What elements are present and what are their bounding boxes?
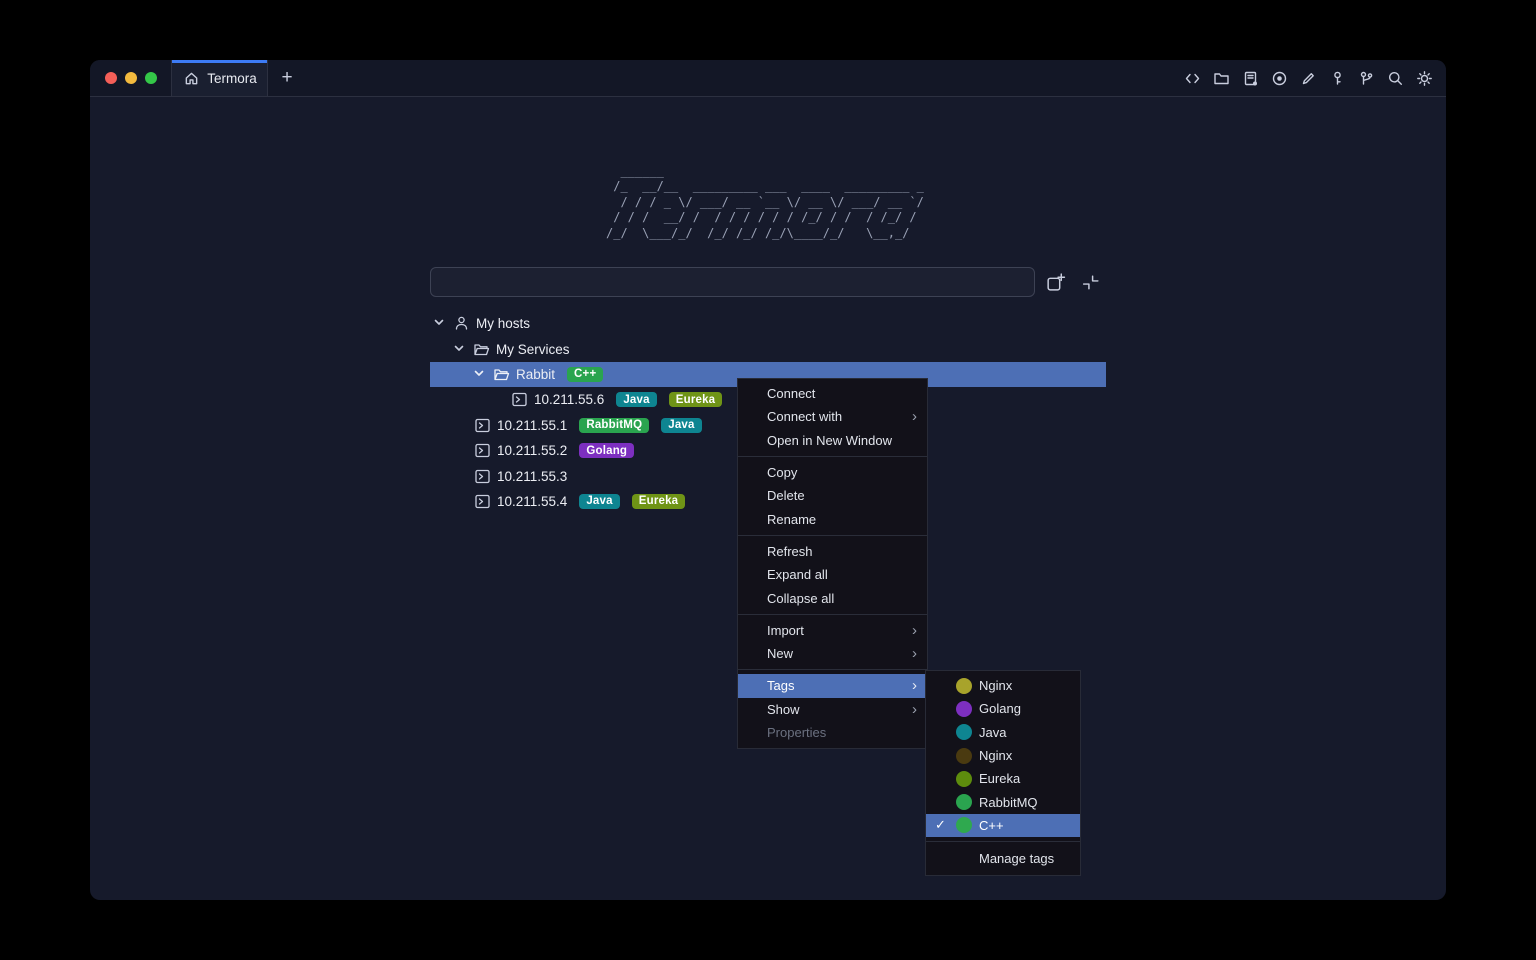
tab-bar: Termora + <box>90 60 1446 97</box>
terminal-icon <box>510 391 528 409</box>
chevron-down-icon[interactable] <box>472 366 486 383</box>
tag-badge: Java <box>661 418 701 433</box>
menu-item-open-in-new-window[interactable]: Open in New Window <box>738 429 927 452</box>
app-window: Termora + <box>90 60 1446 900</box>
terminal-icon <box>473 492 491 510</box>
terminal-icon <box>473 467 491 485</box>
tag-badge: Eureka <box>632 494 686 509</box>
tag-badge: Eureka <box>669 392 723 407</box>
menu-item-expand-all[interactable]: Expand all <box>738 563 927 586</box>
tag-badge: Java <box>616 392 656 407</box>
tag-badge: RabbitMQ <box>579 418 649 433</box>
tag-color-dot <box>956 701 972 717</box>
user-icon <box>452 315 470 333</box>
menu-item-show[interactable]: Show› <box>738 698 927 721</box>
chevron-right-icon: › <box>912 646 917 661</box>
tag-color-dot <box>956 794 972 810</box>
menu-item-connect[interactable]: Connect <box>738 382 927 405</box>
folder-open-icon <box>472 340 490 358</box>
menu-item-refresh[interactable]: Refresh <box>738 540 927 563</box>
tab-termora[interactable]: Termora <box>172 60 268 96</box>
edit-icon[interactable] <box>1299 69 1317 87</box>
minimize-window-button[interactable] <box>125 72 137 84</box>
settings-icon[interactable] <box>1415 69 1433 87</box>
menu-item-collapse-all[interactable]: Collapse all <box>738 586 927 609</box>
layout-icon[interactable] <box>1080 272 1101 293</box>
menu-separator <box>738 456 927 457</box>
submenu-item-tag[interactable]: RabbitMQ <box>926 790 1080 813</box>
menu-item-rename[interactable]: Rename <box>738 507 927 530</box>
log-icon[interactable] <box>1241 69 1259 87</box>
record-icon[interactable] <box>1270 69 1288 87</box>
ascii-banner: ______ /_ __/__ _________ ___ ____ _____… <box>606 164 924 241</box>
chevron-down-icon[interactable] <box>432 315 446 332</box>
folder-open-icon <box>492 365 510 383</box>
toolbar <box>1183 60 1446 96</box>
submenu-item-tag[interactable]: Nginx <box>926 744 1080 767</box>
terminal-icon <box>473 416 491 434</box>
window-controls <box>90 60 172 96</box>
menu-item-properties: Properties <box>738 721 927 744</box>
submenu-item-tag[interactable]: Nginx <box>926 674 1080 697</box>
tag-color-dot <box>956 817 972 833</box>
tag-badge: Golang <box>579 443 634 458</box>
tag-badge: C++ <box>567 367 603 382</box>
new-tab-button[interactable]: + <box>268 60 306 96</box>
host-actions <box>1045 272 1101 293</box>
menu-separator <box>738 535 927 536</box>
tags-submenu: Nginx Golang Java Nginx Eureka RabbitMQ … <box>925 670 1081 876</box>
tab-title: Termora <box>207 71 257 86</box>
terminal-icon <box>473 442 491 460</box>
home-icon <box>182 69 200 87</box>
menu-item-new[interactable]: New› <box>738 642 927 665</box>
chevron-down-icon[interactable] <box>452 341 466 358</box>
chevron-right-icon: › <box>912 678 917 693</box>
tag-color-dot <box>956 748 972 764</box>
chevron-right-icon: › <box>912 702 917 717</box>
folder-icon[interactable] <box>1212 69 1230 87</box>
menu-separator <box>738 614 927 615</box>
tree-label: 10.211.55.2 <box>497 443 567 458</box>
tree-label: 10.211.55.3 <box>497 469 567 484</box>
submenu-item-tag[interactable]: Eureka <box>926 767 1080 790</box>
submenu-item-tag-checked[interactable]: ✓ C++ <box>926 814 1080 837</box>
menu-item-import[interactable]: Import› <box>738 619 927 642</box>
context-menu: Connect Connect with› Open in New Window… <box>737 378 928 749</box>
menu-item-delete[interactable]: Delete <box>738 484 927 507</box>
menu-item-manage-tags[interactable]: Manage tags <box>926 846 1080 871</box>
chevron-right-icon: › <box>912 623 917 638</box>
tree-label: 10.211.55.4 <box>497 494 567 509</box>
maximize-window-button[interactable] <box>145 72 157 84</box>
close-window-button[interactable] <box>105 72 117 84</box>
submenu-item-tag[interactable]: Golang <box>926 697 1080 720</box>
menu-separator <box>738 669 927 670</box>
chevron-right-icon: › <box>912 409 917 424</box>
tree-label: My hosts <box>476 316 530 331</box>
menu-item-copy[interactable]: Copy <box>738 461 927 484</box>
keychain-icon[interactable] <box>1357 69 1375 87</box>
tag-color-dot <box>956 724 972 740</box>
tree-label: Rabbit <box>516 367 555 382</box>
menu-item-tags[interactable]: Tags› <box>738 674 927 697</box>
key-icon[interactable] <box>1328 69 1346 87</box>
search-icon[interactable] <box>1386 69 1404 87</box>
add-host-icon[interactable] <box>1045 272 1066 293</box>
tag-color-dot <box>956 678 972 694</box>
tag-color-dot <box>956 771 972 787</box>
tree-label: 10.211.55.1 <box>497 418 567 433</box>
tree-row-my-hosts[interactable]: My hosts <box>430 311 1106 336</box>
menu-separator <box>926 841 1080 842</box>
submenu-item-tag[interactable]: Java <box>926 721 1080 744</box>
checkmark-icon: ✓ <box>935 817 946 833</box>
code-icon[interactable] <box>1183 69 1201 87</box>
menu-item-connect-with[interactable]: Connect with› <box>738 405 927 428</box>
tree-label: 10.211.55.6 <box>534 392 604 407</box>
host-filter-input[interactable] <box>430 267 1035 297</box>
tree-label: My Services <box>496 342 570 357</box>
tag-badge: Java <box>579 494 619 509</box>
tree-row-my-services[interactable]: My Services <box>430 336 1106 361</box>
